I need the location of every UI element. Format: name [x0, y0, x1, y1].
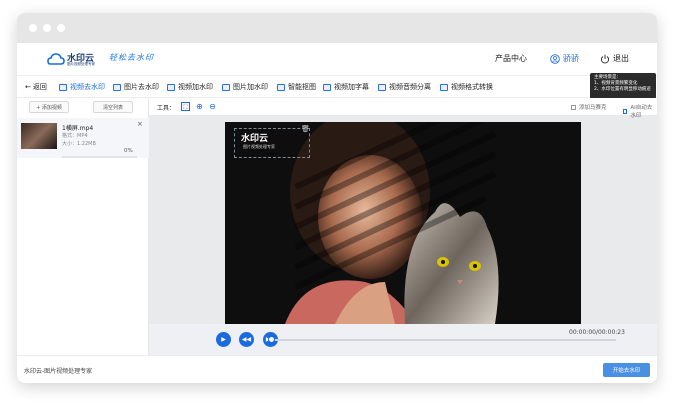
back-label: 返回 — [32, 83, 47, 91]
tooltip: 主要场景是： 1、视频背景频繁变化 2、水印位置有明显移动痕迹 — [590, 73, 656, 99]
add-video-button[interactable]: + 添加视频 — [29, 101, 69, 113]
slogan: 轻松去水印 — [109, 53, 154, 62]
audio-icon — [378, 83, 386, 91]
ai-remove-checkbox[interactable]: AI自动去水印 — [623, 103, 657, 119]
tool-row: 工具： ⛶ ⊕ ⊖ 添加马赛克 AI自动去水印 — [149, 98, 657, 119]
video-preview[interactable]: 水印云 图片视频处理专家 🗑 — [225, 122, 581, 324]
magic-wand-icon — [277, 83, 285, 91]
delete-icon[interactable]: 🗑 — [301, 125, 310, 133]
checkbox-label: AI自动去水印 — [630, 105, 653, 119]
logout-button[interactable]: 退出 — [600, 53, 629, 64]
rewind-button[interactable]: ◀◀ — [239, 332, 254, 347]
tab-image-add-watermark[interactable]: 图片加水印 — [222, 82, 268, 92]
list-item[interactable]: 1横屏.mp4 格式：MP4 大小：1.22MB 0% × — [17, 118, 149, 158]
playback-progress-bar[interactable] — [271, 339, 616, 341]
tab-audio-video-split[interactable]: 视频音频分离 — [378, 82, 431, 92]
file-progress-bar — [62, 156, 137, 158]
footer: 水印云-图片视频处理专家 开始去水印 — [17, 355, 657, 383]
rewind-icon: ◀◀ — [241, 336, 252, 343]
add-mosaic-checkbox[interactable]: 添加马赛克 — [571, 103, 607, 111]
app-window: 水印云 图片视频处理专家 轻松去水印 产品中心 骄骄 退出 ← 返回 视频去水印… — [17, 13, 657, 383]
checkbox-box — [623, 108, 628, 114]
workspace: 工具： ⛶ ⊕ ⊖ 添加马赛克 AI自动去水印 水印云 图片视频处理专家 🗑 0… — [149, 98, 657, 355]
checkbox-box — [571, 104, 576, 110]
footer-text: 水印云-图片视频处理专家 — [24, 368, 93, 375]
player-controls: 00:00:00/00:00:23 ▶ ◀◀ ▶▶ — [149, 324, 657, 355]
convert-icon — [440, 83, 448, 91]
file-name: 1横屏.mp4 — [62, 125, 94, 132]
tab-image-remove-watermark[interactable]: 图片去水印 — [113, 82, 159, 92]
app-header: 水印云 图片视频处理专家 轻松去水印 产品中心 骄骄 退出 — [17, 43, 657, 76]
start-remove-watermark-button[interactable]: 开始去水印 — [603, 363, 650, 377]
back-button[interactable]: ← 返回 — [25, 82, 47, 92]
tooltip-line: 2、水印位置有明显移动痕迹 — [594, 87, 651, 92]
select-box-icon[interactable]: ⛶ — [181, 102, 190, 111]
window-dot[interactable] — [57, 24, 65, 32]
user-name: 骄骄 — [563, 54, 579, 63]
file-format: 格式：MP4 — [62, 133, 88, 139]
power-icon — [600, 54, 610, 64]
tab-label: 视频加水印 — [178, 83, 213, 91]
image-icon — [222, 83, 230, 91]
watermark-logo: 水印云 — [241, 134, 269, 144]
tab-label: 视频去水印 — [70, 83, 105, 91]
play-button[interactable]: ▶ — [216, 332, 231, 347]
tab-video-subtitles[interactable]: 视频加字幕 — [323, 82, 369, 92]
feature-toolbar: ← 返回 视频去水印 图片去水印 视频加水印 图片加水印 智能抠图 视频加字幕 … — [17, 76, 657, 98]
back-arrow-icon: ← — [25, 83, 31, 91]
product-center-link[interactable]: 产品中心 — [495, 53, 527, 64]
user-menu[interactable]: 骄骄 — [550, 53, 579, 64]
tab-video-format-convert[interactable]: 视频格式转换 — [440, 82, 493, 92]
file-size: 大小：1.22MB — [62, 141, 96, 147]
tab-label: 图片去水印 — [124, 83, 159, 91]
subtitle-icon — [323, 83, 331, 91]
logout-label: 退出 — [613, 54, 629, 63]
app-logo: 水印云 图片视频处理专家 — [47, 51, 107, 69]
image-icon — [113, 83, 121, 91]
file-progress-text: 0% — [124, 148, 133, 154]
tab-label: 视频加字幕 — [334, 83, 369, 91]
tab-label: 图片加水印 — [233, 83, 268, 91]
page-background: 水印云 图片视频处理专家 轻松去水印 产品中心 骄骄 退出 ← 返回 视频去水印… — [0, 0, 674, 403]
checkbox-label: 添加马赛克 — [579, 105, 607, 111]
video-icon — [167, 83, 175, 91]
tab-smart-cutout[interactable]: 智能抠图 — [277, 82, 316, 92]
tab-video-remove-watermark[interactable]: 视频去水印 — [59, 82, 105, 92]
close-icon[interactable]: × — [137, 120, 143, 128]
clear-list-button[interactable]: 清空列表 — [93, 101, 133, 113]
video-icon — [59, 83, 67, 91]
tools-label: 工具： — [157, 105, 176, 112]
video-thumbnail — [21, 123, 57, 149]
zoom-in-icon[interactable]: ⊕ — [195, 102, 204, 111]
time-display: 00:00:00/00:00:23 — [569, 329, 625, 336]
window-dot[interactable] — [43, 24, 51, 32]
progress-knob[interactable] — [268, 336, 275, 343]
user-icon — [550, 53, 560, 64]
tab-video-add-watermark[interactable]: 视频加水印 — [167, 82, 213, 92]
tab-label: 视频音频分离 — [389, 83, 431, 91]
file-sidebar: + 添加视频 清空列表 1横屏.mp4 格式：MP4 大小：1.22MB 0% … — [17, 98, 149, 355]
watermark-subtitle: 图片视频处理专家 — [243, 144, 275, 149]
zoom-out-icon[interactable]: ⊖ — [208, 102, 217, 111]
tab-label: 智能抠图 — [288, 83, 316, 91]
window-titlebar — [17, 13, 657, 43]
logo-subtext: 图片视频处理专家 — [67, 62, 95, 66]
tab-label: 视频格式转换 — [451, 83, 493, 91]
play-icon: ▶ — [221, 336, 226, 343]
window-dot[interactable] — [29, 24, 37, 32]
